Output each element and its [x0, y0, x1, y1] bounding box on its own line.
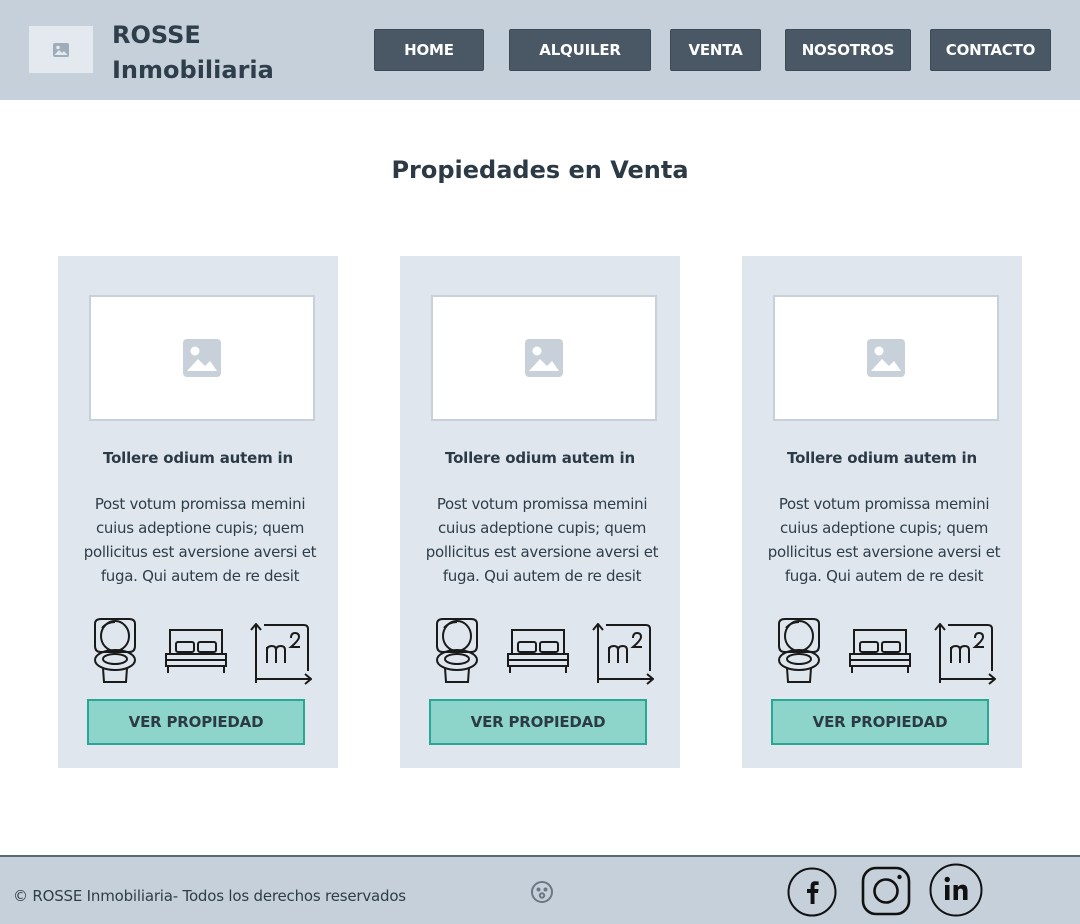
property-title: Tollere odium autem in: [103, 449, 293, 467]
nav-alquiler-button[interactable]: ALQUILER: [509, 29, 651, 71]
bed-icon: [165, 629, 227, 673]
facebook-icon[interactable]: [787, 867, 837, 917]
image-placeholder-icon: [867, 339, 905, 377]
copyright-text: © ROSSE Inmobiliaria- Todos los derechos…: [13, 887, 406, 905]
property-card: Tollere odium autem in Post votum promis…: [742, 256, 1022, 768]
property-description: Post votum promissa memini cuius adeptio…: [83, 495, 317, 585]
nav-venta-button[interactable]: VENTA: [670, 29, 761, 71]
property-description: Post votum promissa memini cuius adeptio…: [767, 495, 1001, 585]
bed-icon: [507, 629, 569, 673]
site-footer: © ROSSE Inmobiliaria- Todos los derechos…: [0, 855, 1080, 924]
smiley-icon: [531, 881, 553, 903]
square-meters-icon: [934, 623, 996, 685]
site-header: ROSSE Inmobiliaria HOME ALQUILER VENTA N…: [0, 0, 1080, 100]
square-meters-icon: [250, 623, 312, 685]
toilet-icon: [94, 618, 136, 683]
logo[interactable]: [29, 26, 93, 73]
property-card: Tollere odium autem in Post votum promis…: [58, 256, 338, 768]
view-property-button[interactable]: VER PROPIEDAD: [771, 699, 989, 745]
instagram-icon[interactable]: [861, 866, 911, 916]
bed-icon: [849, 629, 911, 673]
property-title: Tollere odium autem in: [787, 449, 977, 467]
view-property-button[interactable]: VER PROPIEDAD: [87, 699, 305, 745]
nav-contacto-button[interactable]: CONTACTO: [930, 29, 1051, 71]
property-title: Tollere odium autem in: [445, 449, 635, 467]
nav-nosotros-button[interactable]: NOSOTROS: [785, 29, 911, 71]
image-placeholder-icon: [183, 339, 221, 377]
image-placeholder-icon: [525, 339, 563, 377]
page-title: Propiedades en Venta: [391, 156, 689, 184]
brand-line-2: Inmobiliaria: [112, 56, 274, 84]
property-image[interactable]: [773, 295, 999, 421]
view-property-button[interactable]: VER PROPIEDAD: [429, 699, 647, 745]
linkedin-icon[interactable]: [929, 863, 983, 917]
toilet-icon: [778, 618, 820, 683]
property-card: Tollere odium autem in Post votum promis…: [400, 256, 680, 768]
brand-line-1: ROSSE: [112, 21, 201, 49]
toilet-icon: [436, 618, 478, 683]
property-description: Post votum promissa memini cuius adeptio…: [425, 495, 659, 585]
square-meters-icon: [592, 623, 654, 685]
property-image[interactable]: [89, 295, 315, 421]
brand-name[interactable]: ROSSE Inmobiliaria: [112, 18, 274, 88]
property-image[interactable]: [431, 295, 657, 421]
nav-home-button[interactable]: HOME: [374, 29, 484, 71]
image-placeholder-icon: [53, 42, 69, 57]
